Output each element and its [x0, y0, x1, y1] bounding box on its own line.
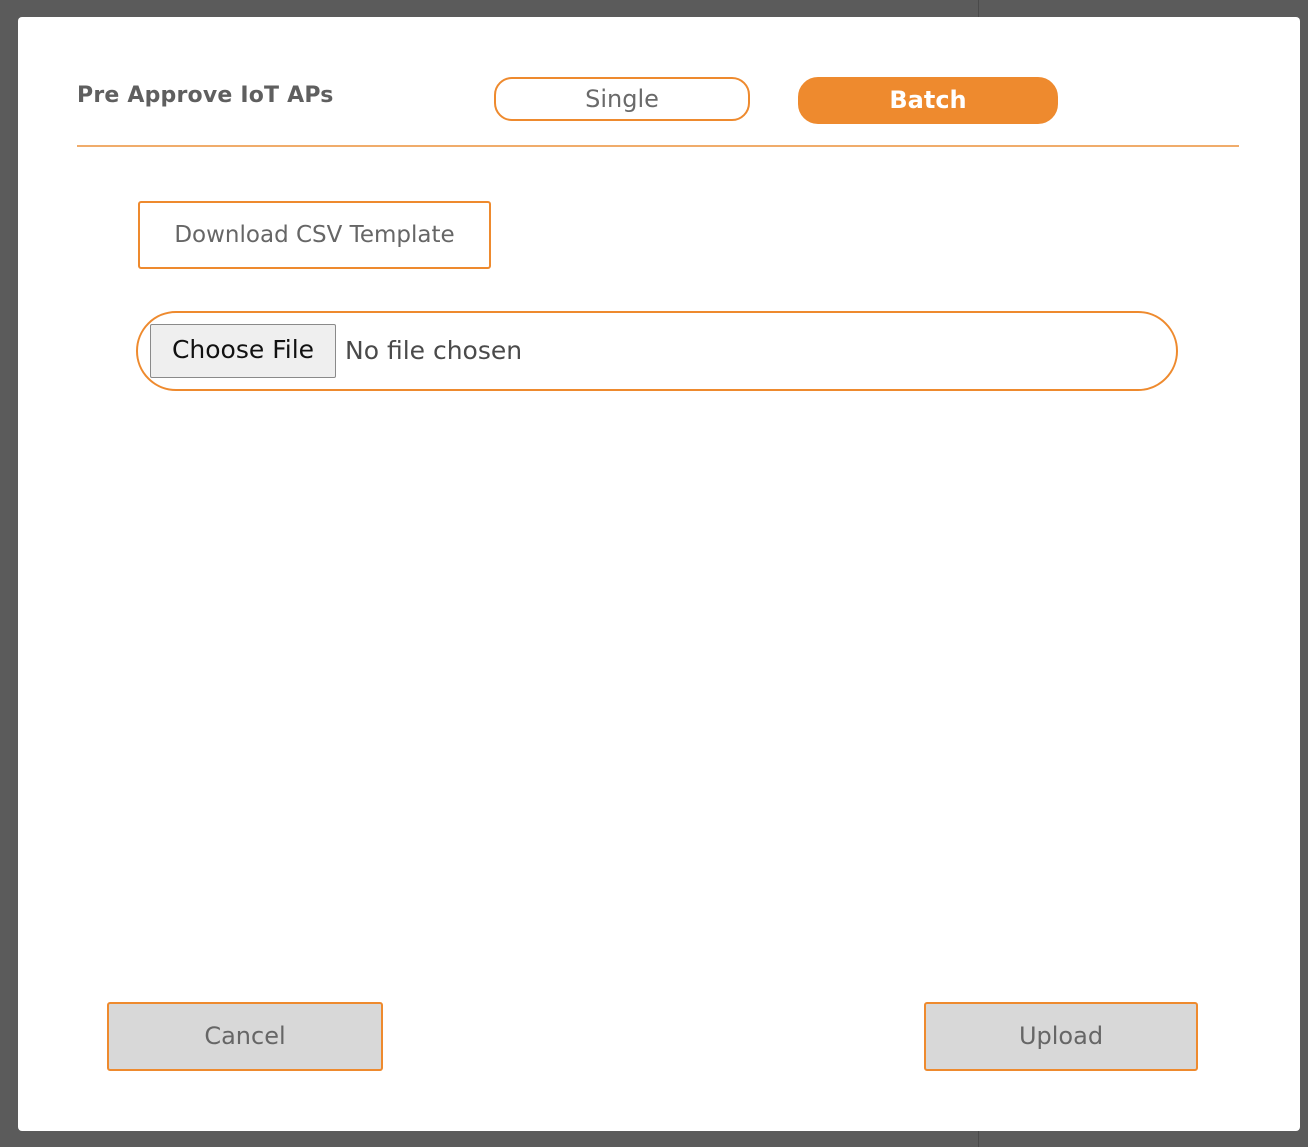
file-status-text: No file chosen [345, 336, 523, 365]
header-divider [77, 145, 1239, 147]
file-input-field[interactable]: Choose File No file chosen [136, 311, 1178, 391]
dialog-title: Pre Approve IoT APs [77, 83, 334, 108]
cancel-button[interactable]: Cancel [107, 1002, 383, 1071]
download-csv-template-button[interactable]: Download CSV Template [138, 201, 491, 269]
batch-mode-toggle[interactable]: Batch [798, 77, 1058, 124]
choose-file-button[interactable]: Choose File [150, 324, 336, 378]
upload-button[interactable]: Upload [924, 1002, 1198, 1071]
pre-approve-iot-aps-dialog: Pre Approve IoT APs Single Batch Downloa… [18, 17, 1300, 1131]
single-mode-toggle[interactable]: Single [494, 77, 750, 121]
